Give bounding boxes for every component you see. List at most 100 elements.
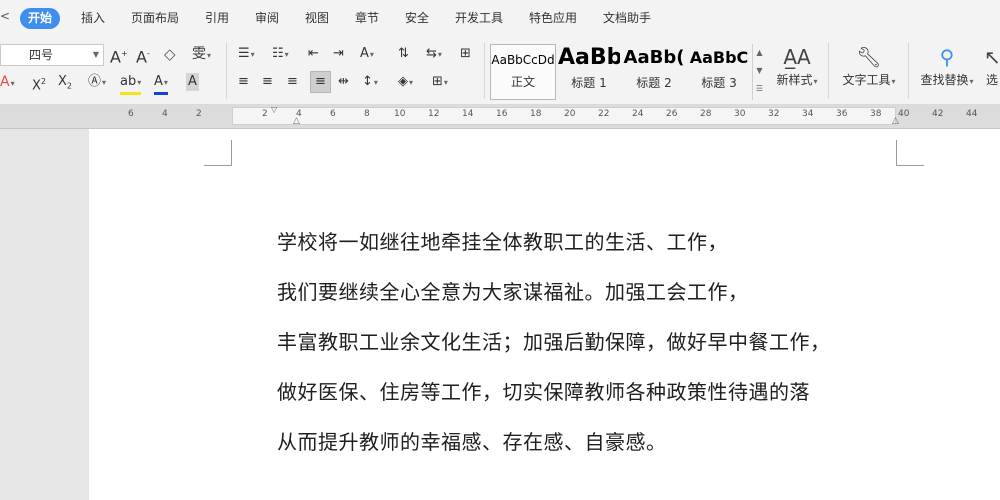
document-area: 学校将一如继往地牵挂全体教职工的生活、工作， 我们要继续全心全意为大家谋福祉。加…: [0, 129, 1000, 500]
text-tools-button[interactable]: 🔧︎ 文字工具▾: [838, 45, 900, 88]
chevron-left-icon[interactable]: <: [0, 9, 10, 23]
grow-font-icon[interactable]: A+: [110, 45, 128, 66]
ruler-number: 36: [836, 109, 848, 119]
new-style-icon: A̲A: [783, 45, 811, 69]
divider: [484, 43, 485, 99]
font-size-value: 四号: [29, 48, 54, 62]
paragraph-line[interactable]: 学校将一如继往地牵挂全体教职工的生活、工作，: [277, 230, 728, 254]
margin-corner-marker: [896, 140, 924, 166]
wrench-icon: 🔧︎: [856, 45, 882, 69]
style-gallery-scroll[interactable]: ▲ ▼ ☰: [752, 44, 766, 100]
tab-special-apps[interactable]: 特色应用: [529, 8, 577, 29]
chevron-down-icon: ▼: [92, 50, 99, 59]
text-direction-icon[interactable]: A▾: [360, 45, 374, 64]
ruler-number: 32: [768, 109, 780, 119]
increase-indent-icon[interactable]: ⇥: [333, 45, 344, 63]
border-icon[interactable]: ⊞▾: [432, 73, 448, 92]
tab-insert[interactable]: 插入: [81, 8, 105, 29]
line-break-icon[interactable]: ⇆▾: [426, 45, 442, 64]
align-center-icon[interactable]: ≡: [262, 73, 273, 91]
shading-fill-icon[interactable]: ◈▾: [398, 73, 413, 92]
bullet-list-icon[interactable]: ☰▾: [238, 45, 255, 64]
strikethrough-icon[interactable]: A▾: [0, 73, 15, 93]
ruler-number: 34: [802, 109, 814, 119]
paragraph-line[interactable]: 我们要继续全心全意为大家谋福祉。加强工会工作，: [277, 280, 749, 304]
paragraph-line[interactable]: 做好医保、住房等工作，切实保障教师各种政策性待遇的落: [277, 380, 810, 404]
ruler-number: 44: [966, 109, 978, 119]
ruler-number: 2: [262, 109, 268, 119]
ruler-number: 14: [462, 109, 474, 119]
document-page[interactable]: 学校将一如继往地牵挂全体教职工的生活、工作， 我们要继续全心全意为大家谋福祉。加…: [89, 129, 1000, 500]
style-heading-3[interactable]: AaBbC 标题 3: [688, 44, 750, 100]
align-left-icon[interactable]: ≡: [238, 73, 249, 91]
distributed-align-icon[interactable]: ⇹: [338, 73, 349, 91]
line-spacing-icon[interactable]: ↕▾: [362, 73, 378, 92]
select-button[interactable]: ↖ 选: [984, 45, 1000, 88]
ruler-number: 2: [196, 109, 202, 119]
style-heading-2[interactable]: AaBb( 标题 2: [622, 44, 686, 100]
ruler-number: 6: [330, 109, 336, 119]
ruler-number: 40: [898, 109, 910, 119]
ruler-number: 26: [666, 109, 678, 119]
style-gallery: AaBbCcDd 正文 AaBb 标题 1 AaBb( 标题 2 AaBbC 标…: [490, 44, 766, 100]
font-size-select[interactable]: 四号 ▼: [0, 44, 104, 66]
tab-doc-assistant[interactable]: 文档助手: [603, 8, 651, 29]
tab-references[interactable]: 引用: [205, 8, 229, 29]
tab-developer-tools[interactable]: 开发工具: [455, 8, 503, 29]
divider: [828, 43, 829, 99]
highlight-icon[interactable]: ab▾: [120, 73, 142, 95]
horizontal-ruler[interactable]: 6 4 2 2 4 6 8 10 12 14 16 18 20 22 24 26…: [0, 105, 1000, 129]
align-right-icon[interactable]: ≡: [287, 73, 298, 91]
tab-security[interactable]: 安全: [405, 8, 429, 29]
tab-start[interactable]: 开始: [20, 8, 61, 29]
font-color-icon[interactable]: A▾: [154, 73, 168, 95]
tab-review[interactable]: 审阅: [255, 8, 279, 29]
ruler-number: 30: [734, 109, 746, 119]
style-normal[interactable]: AaBbCcDd 正文: [490, 44, 556, 100]
ruler-number: 4: [162, 109, 168, 119]
ruler-number: 24: [632, 109, 644, 119]
hanging-indent-marker[interactable]: △: [293, 116, 300, 126]
ruler-number: 8: [364, 109, 370, 119]
divider: [908, 43, 909, 99]
shrink-font-icon[interactable]: A-: [136, 45, 150, 66]
table-grid-icon[interactable]: ⊞: [460, 45, 471, 63]
tab-view[interactable]: 视图: [305, 8, 329, 29]
first-line-indent-marker[interactable]: ▽: [271, 105, 277, 114]
chevron-down-icon[interactable]: ▼: [753, 62, 766, 80]
margin-corner-marker: [204, 140, 232, 166]
paragraph-line[interactable]: 丰富教职工业余文化生活；加强后勤保障，做好早中餐工作，: [277, 330, 831, 354]
char-shading-icon[interactable]: A: [186, 73, 199, 91]
new-style-button[interactable]: A̲A 新样式▾: [772, 45, 822, 88]
text-effect-icon[interactable]: Ⓐ▾: [88, 73, 106, 92]
decrease-indent-icon[interactable]: ⇤: [308, 45, 319, 63]
ruler-number: 20: [564, 109, 576, 119]
ruler-number: 38: [870, 109, 882, 119]
tab-page-layout[interactable]: 页面布局: [131, 8, 179, 29]
tab-chapter[interactable]: 章节: [355, 8, 379, 29]
ribbon-toolbar: 四号 ▼ A+ A- ◇ 雯▾ A▾ X2 X2 Ⓐ▾ ab▾ A▾ A ☰▾ …: [0, 37, 1000, 105]
ruler-number: 22: [598, 109, 610, 119]
numbered-list-icon[interactable]: ☷▾: [272, 45, 289, 64]
pinyin-icon[interactable]: 雯▾: [192, 45, 211, 65]
right-indent-marker[interactable]: △: [892, 116, 899, 126]
superscript-icon[interactable]: X2: [32, 73, 46, 95]
divider: [226, 43, 227, 99]
cursor-icon: ↖: [984, 45, 1000, 69]
expand-gallery-icon[interactable]: ☰: [753, 80, 766, 98]
ruler-number: 28: [700, 109, 712, 119]
chevron-up-icon[interactable]: ▲: [753, 44, 766, 62]
ruler-number: 6: [128, 109, 134, 119]
ruler-number: 42: [932, 109, 944, 119]
sort-icon[interactable]: ⇅: [398, 45, 409, 63]
paragraph-line[interactable]: 从而提升教师的幸福感、存在感、自豪感。: [277, 430, 667, 454]
find-replace-button[interactable]: ⚲ 查找替换▾: [916, 45, 978, 88]
ruler-number: 10: [394, 109, 406, 119]
justify-icon[interactable]: ≡: [310, 71, 331, 93]
eraser-icon[interactable]: ◇: [164, 45, 176, 63]
subscript-icon[interactable]: X2: [58, 73, 72, 96]
ruler-number: 18: [530, 109, 542, 119]
style-heading-1[interactable]: AaBb 标题 1: [558, 44, 620, 100]
ruler-number: 16: [496, 109, 508, 119]
ruler-number: 12: [428, 109, 440, 119]
